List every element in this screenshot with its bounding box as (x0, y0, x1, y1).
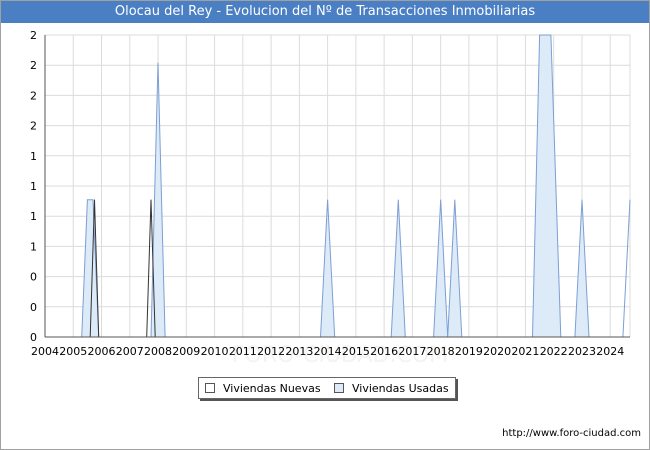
x-tick-label: 2011 (229, 345, 257, 358)
x-tick-label: 2015 (342, 345, 370, 358)
x-tick-label: 2024 (596, 345, 624, 358)
y-tick-label: 0 (30, 271, 37, 284)
y-tick-label: 1 (30, 150, 37, 163)
x-tick-label: 2004 (31, 345, 59, 358)
x-tick-label: 2018 (427, 345, 455, 358)
x-tick-labels: 2004 2005 2006 2007 2008 2009 2010 2011 2012 2013… (31, 345, 624, 358)
y-tick-label: 2 (30, 59, 37, 72)
legend-item-usadas: Viviendas Usadas (334, 381, 449, 395)
x-tick-label: 2010 (201, 345, 229, 358)
x-tick-label: 2014 (314, 345, 342, 358)
x-tick-label: 2013 (285, 345, 313, 358)
x-tick-label: 2020 (483, 345, 511, 358)
x-tick-label: 2022 (540, 345, 568, 358)
x-tick-label: 2007 (116, 345, 144, 358)
legend-swatch-nuevas (205, 383, 215, 393)
legend-swatch-usadas (334, 383, 344, 393)
y-tick-label: 0 (30, 301, 37, 314)
y-tick-labels: 0 0 0 1 1 1 1 2 2 2 2 (30, 29, 37, 344)
x-tick-label: 2009 (172, 345, 200, 358)
x-tick-label: 2008 (144, 345, 172, 358)
y-tick-label: 1 (30, 210, 37, 223)
source-url: http://www.foro-ciudad.com (502, 428, 641, 439)
legend-item-nuevas: Viviendas Nuevas (205, 381, 321, 395)
y-tick-label: 1 (30, 180, 37, 193)
x-tick-label: 2021 (511, 345, 539, 358)
x-tick-label: 2017 (398, 345, 426, 358)
x-tick-label: 2005 (59, 345, 87, 358)
y-tick-label: 0 (30, 331, 37, 344)
x-tick-label: 2019 (455, 345, 483, 358)
x-tick-label: 2023 (568, 345, 596, 358)
y-tick-label: 2 (30, 120, 37, 133)
y-tick-label: 2 (30, 29, 37, 42)
legend: Viviendas Nuevas Viviendas Usadas (198, 377, 456, 399)
x-tick-label: 2006 (88, 345, 116, 358)
legend-label-usadas: Viviendas Usadas (352, 381, 449, 395)
x-tick-label: 2012 (257, 345, 285, 358)
legend-label-nuevas: Viviendas Nuevas (223, 381, 321, 395)
y-tick-label: 2 (30, 89, 37, 102)
x-tick-label: 2016 (370, 345, 398, 358)
y-tick-label: 1 (30, 240, 37, 253)
